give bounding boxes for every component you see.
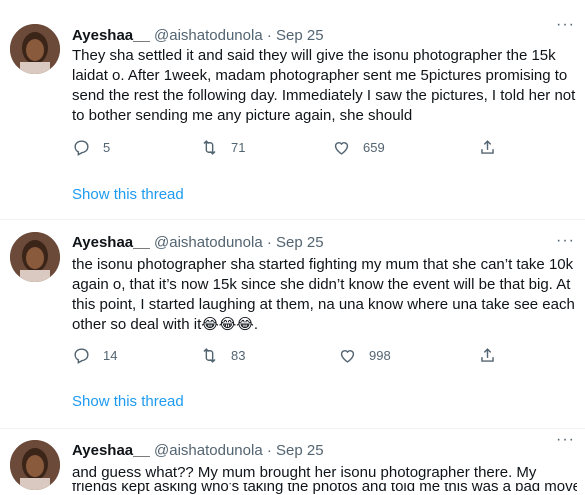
tweet-text: and guess what?? My mum brought her ison… xyxy=(72,464,537,481)
share-button[interactable] xyxy=(478,346,497,365)
tweet-header: Ayeshaa__ @aishatodunola · Sep 25 xyxy=(72,26,324,46)
tweet-text: They sha settled it and said they will g… xyxy=(72,47,576,124)
timestamp[interactable]: Sep 25 xyxy=(276,27,324,44)
more-icon[interactable]: ··· xyxy=(556,16,575,34)
separator: · xyxy=(266,234,272,251)
more-icon[interactable]: ··· xyxy=(556,431,575,449)
tweet-actions: 5 71 659 xyxy=(72,138,512,160)
separator: · xyxy=(266,27,272,44)
avatar[interactable] xyxy=(10,440,60,490)
handle[interactable]: @aishatodunola xyxy=(154,234,263,251)
retweet-count: 83 xyxy=(231,348,246,363)
reply-icon xyxy=(74,348,89,364)
tweet-text-overflow: friends kept asking who's taking the pho… xyxy=(72,483,577,495)
retweet-button[interactable]: 71 xyxy=(200,138,245,157)
avatar[interactable] xyxy=(10,232,60,282)
reply-button[interactable]: 5 xyxy=(72,138,110,157)
timestamp[interactable]: Sep 25 xyxy=(276,234,324,251)
retweet-button[interactable]: 83 xyxy=(200,346,245,365)
retweet-icon xyxy=(203,140,216,155)
like-icon xyxy=(340,350,355,363)
timestamp[interactable]: Sep 25 xyxy=(276,442,324,459)
retweet-count: 71 xyxy=(231,140,246,155)
reply-count: 14 xyxy=(103,348,118,363)
tweet-2[interactable]: Ayeshaa__ @aishatodunola · Sep 25 ··· th… xyxy=(0,220,585,428)
handle[interactable]: @aishatodunola xyxy=(154,442,263,459)
tweet-header: Ayeshaa__ @aishatodunola · Sep 25 xyxy=(72,441,324,461)
tweet-1[interactable]: Ayeshaa__ @aishatodunola · Sep 25 ··· Th… xyxy=(0,0,585,220)
retweet-icon xyxy=(203,348,216,363)
display-name[interactable]: Ayeshaa__ xyxy=(72,27,150,44)
reply-count: 5 xyxy=(103,140,111,155)
tweet-actions: 14 83 998 xyxy=(72,346,512,368)
display-name[interactable]: Ayeshaa__ xyxy=(72,234,150,251)
like-count: 998 xyxy=(369,348,391,363)
like-button[interactable]: 998 xyxy=(338,346,391,365)
share-button[interactable] xyxy=(478,138,497,157)
reply-button[interactable]: 14 xyxy=(72,346,117,365)
tweet-header: Ayeshaa__ @aishatodunola · Sep 25 xyxy=(72,233,324,253)
share-icon xyxy=(481,348,494,362)
like-icon xyxy=(334,142,349,155)
like-count: 659 xyxy=(363,140,385,155)
like-button[interactable]: 659 xyxy=(332,138,385,157)
handle[interactable]: @aishatodunola xyxy=(154,27,263,44)
tweet-3[interactable]: Ayeshaa__ @aishatodunola · Sep 25 ··· an… xyxy=(0,429,585,495)
show-thread-link[interactable]: Show this thread xyxy=(72,393,184,410)
tweet-text-cut: friends kept asking who's taking the pho… xyxy=(72,483,577,495)
reply-icon xyxy=(74,140,89,156)
tweet-text: the isonu photographer sha started fight… xyxy=(72,256,575,333)
avatar[interactable] xyxy=(10,24,60,74)
display-name[interactable]: Ayeshaa__ xyxy=(72,442,150,459)
more-icon[interactable]: ··· xyxy=(556,232,575,250)
share-icon xyxy=(481,140,494,154)
separator: · xyxy=(266,442,272,459)
show-thread-link[interactable]: Show this thread xyxy=(72,186,184,203)
